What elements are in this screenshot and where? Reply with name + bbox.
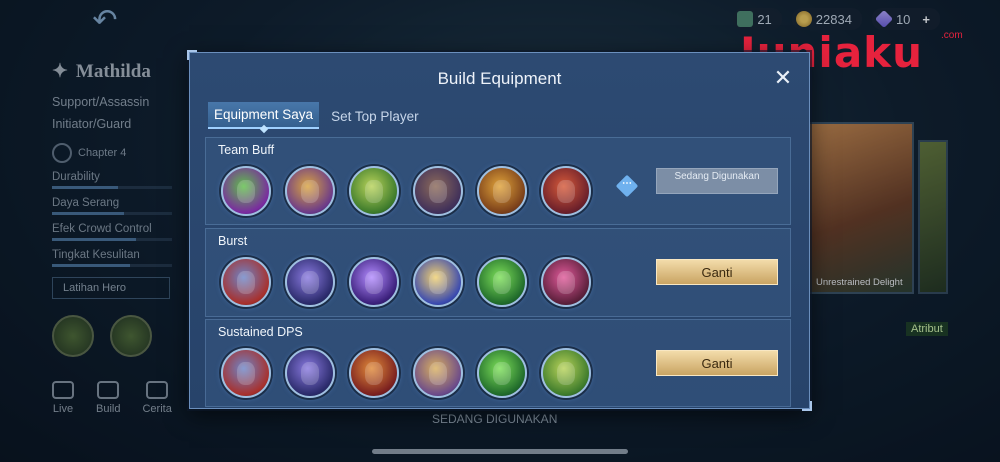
diamond-counter[interactable]: 10 + (871, 8, 940, 30)
build-section-sustained-dps: Sustained DPS Ganti (205, 319, 791, 407)
skill-row (52, 315, 202, 357)
lantern-item-icon[interactable] (541, 348, 591, 398)
guard-item-icon[interactable] (477, 166, 527, 216)
back-arrow-icon[interactable]: ↶ (78, 6, 132, 36)
coin-counter: 22834 (791, 8, 862, 30)
hero-role-secondary: Initiator/Guard (52, 117, 132, 131)
stat-durability: Durability (52, 171, 202, 189)
boots-item-icon[interactable] (221, 166, 271, 216)
section-title: Sustained DPS (218, 325, 303, 339)
skin-card-next[interactable] (918, 140, 948, 294)
stat-fill (52, 264, 130, 267)
hero-roles: Support/Assassin Initiator/Guard (52, 91, 202, 135)
diamond-value: 10 (895, 11, 911, 27)
skill-icon[interactable] (52, 315, 94, 357)
hero-name: ✦ Mathilda (52, 60, 151, 83)
hero-info-panel: ✦ Mathilda Support/Assassin Initiator/Gu… (52, 60, 202, 415)
coin-icon (795, 11, 812, 27)
wand-item-icon[interactable] (413, 257, 463, 307)
nav-build[interactable]: Build (96, 381, 120, 415)
ticket-counter: 21 (733, 8, 782, 30)
ganti-button[interactable]: Ganti (656, 350, 778, 376)
item-list (221, 257, 591, 307)
in-use-button: Sedang Digunakan (656, 168, 778, 194)
atribut-button[interactable]: Atribut (906, 322, 948, 336)
dialog-title: Build Equipment (437, 69, 562, 88)
more-options-icon[interactable]: ⋯ (615, 174, 639, 198)
diamond-icon (874, 9, 893, 29)
crystal-item-icon[interactable] (477, 257, 527, 307)
hero-role-primary: Support/Assassin (52, 95, 150, 109)
scythe-item-icon[interactable] (541, 257, 591, 307)
latihan-hero-button[interactable]: Latihan Hero (52, 277, 170, 299)
shield-item-icon[interactable] (413, 348, 463, 398)
story-icon (146, 381, 169, 399)
stat-fill (52, 238, 136, 241)
section-title: Burst (218, 234, 248, 248)
crossed-wands-item-icon[interactable] (349, 257, 399, 307)
item-list (221, 348, 591, 398)
nav-live[interactable]: Live (52, 381, 74, 415)
helmet-item-icon[interactable] (413, 166, 463, 216)
section-title: Team Buff (218, 143, 275, 157)
coin-value: 22834 (815, 11, 852, 27)
lantern-item-icon[interactable] (349, 166, 399, 216)
stat-crowd-control: Efek Crowd Control (52, 223, 202, 241)
skin-name: Unrestrained Delight (816, 277, 903, 288)
ticket-value: 21 (757, 11, 772, 27)
build-equipment-dialog: Build Equipment ✕ Equipment Saya Set Top… (187, 50, 812, 411)
build-section-burst: Burst Ganti (205, 228, 791, 317)
bottom-nav: Live Build Cerita (52, 381, 202, 415)
skill-icon[interactable] (110, 315, 152, 357)
stat-fill (52, 186, 118, 189)
item-list (221, 166, 591, 216)
magic-boots-item-icon[interactable] (285, 348, 335, 398)
chapter-icon (52, 143, 72, 163)
ganti-button[interactable]: Ganti (656, 259, 778, 285)
hero-class-icon: ✦ (52, 61, 68, 82)
stat-kesulitan: Tingkat Kesulitan (52, 249, 202, 267)
watermark-suffix: .com (941, 30, 963, 41)
stat-daya-serang: Daya Serang (52, 197, 202, 215)
hero-chapter[interactable]: Chapter 4 (52, 143, 202, 163)
tab-set-top-player[interactable]: Set Top Player (325, 104, 425, 129)
crystal-item-icon[interactable] (477, 348, 527, 398)
armor-item-icon[interactable] (541, 166, 591, 216)
build-section-team-buff: Team Buff ⋯ Sedang Digunakan (205, 137, 791, 225)
live-icon (52, 381, 74, 399)
book-item-icon[interactable] (221, 348, 271, 398)
build-tabs: Equipment Saya Set Top Player (208, 102, 425, 129)
home-indicator (372, 449, 628, 454)
resource-bar: 21 22834 10 + (733, 8, 940, 30)
magic-boots-item-icon[interactable] (285, 257, 335, 307)
nav-cerita[interactable]: Cerita (142, 381, 172, 415)
skin-card[interactable]: Unrestrained Delight (808, 122, 914, 294)
close-icon[interactable]: ✕ (771, 67, 795, 91)
lightning-item-icon[interactable] (349, 348, 399, 398)
ticket-icon (737, 11, 754, 27)
book-item-icon[interactable] (221, 257, 271, 307)
build-icon (97, 381, 120, 399)
in-use-label: SEDANG DIGUNAKAN (432, 412, 558, 426)
shield-item-icon[interactable] (285, 166, 335, 216)
stat-fill (52, 212, 124, 215)
add-diamond-icon[interactable]: + (922, 12, 930, 27)
tab-equipment-saya[interactable]: Equipment Saya (208, 102, 320, 129)
